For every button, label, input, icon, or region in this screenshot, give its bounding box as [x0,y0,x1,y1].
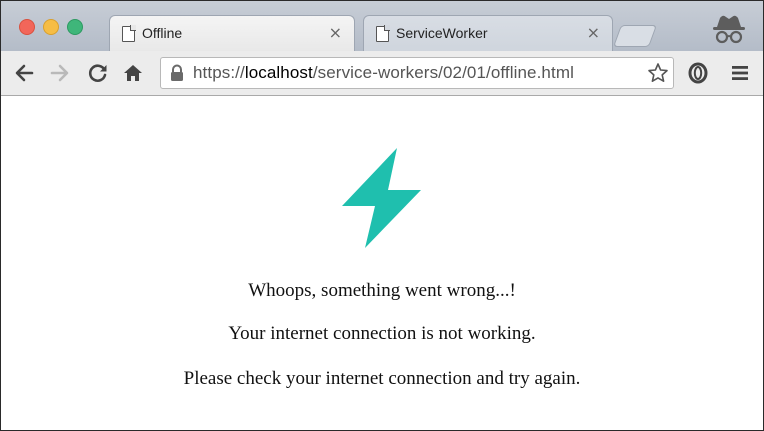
error-instruction: Please check your internet connection an… [183,368,581,389]
page-icon [376,25,390,42]
home-button[interactable] [120,60,146,86]
forward-arrow-icon [50,64,69,82]
page-content: Whoops, something went wrong...! Your in… [1,96,763,430]
extension-button[interactable] [685,60,711,86]
navigation-toolbar: https://localhost/service-workers/02/01/… [1,51,763,96]
minimize-window-button[interactable] [43,19,59,35]
tab-close-icon[interactable]: × [329,23,342,42]
lock-icon[interactable] [169,64,185,82]
zoom-window-button[interactable] [67,19,83,35]
url-text[interactable]: https://localhost/service-workers/02/01/… [193,63,574,83]
error-heading: Whoops, something went wrong...! [248,280,516,301]
tab-title: Offline [142,25,183,41]
reload-icon [88,64,107,82]
browser-window: Offline × ServiceWorker × https://localh… [0,0,764,431]
opera-extension-icon [688,62,708,84]
tab-title: ServiceWorker [396,25,488,41]
page-icon [122,25,136,42]
menu-button[interactable] [727,60,753,86]
tab-close-icon[interactable]: × [587,23,600,42]
reload-button[interactable] [85,60,111,86]
tab-strip: Offline × ServiceWorker × [1,1,763,52]
hamburger-menu-icon [732,66,748,80]
back-button[interactable] [11,60,37,86]
url-host: localhost [244,63,313,82]
error-message: Your internet connection is not working. [228,323,536,344]
lightning-bolt-icon [342,148,421,248]
url-scheme: https:// [193,63,245,82]
tab-offline[interactable]: Offline × [109,15,355,52]
address-bar[interactable]: https://localhost/service-workers/02/01/… [160,57,674,89]
bookmark-star-icon[interactable] [647,62,669,84]
incognito-icon [713,15,745,44]
new-tab-button[interactable] [612,25,658,47]
home-icon [124,65,142,81]
forward-button[interactable] [47,60,73,86]
back-arrow-icon [15,64,34,82]
close-window-button[interactable] [19,19,35,35]
url-path: /service-workers/02/01/offline.html [312,63,574,82]
tab-serviceworker[interactable]: ServiceWorker × [363,15,613,52]
